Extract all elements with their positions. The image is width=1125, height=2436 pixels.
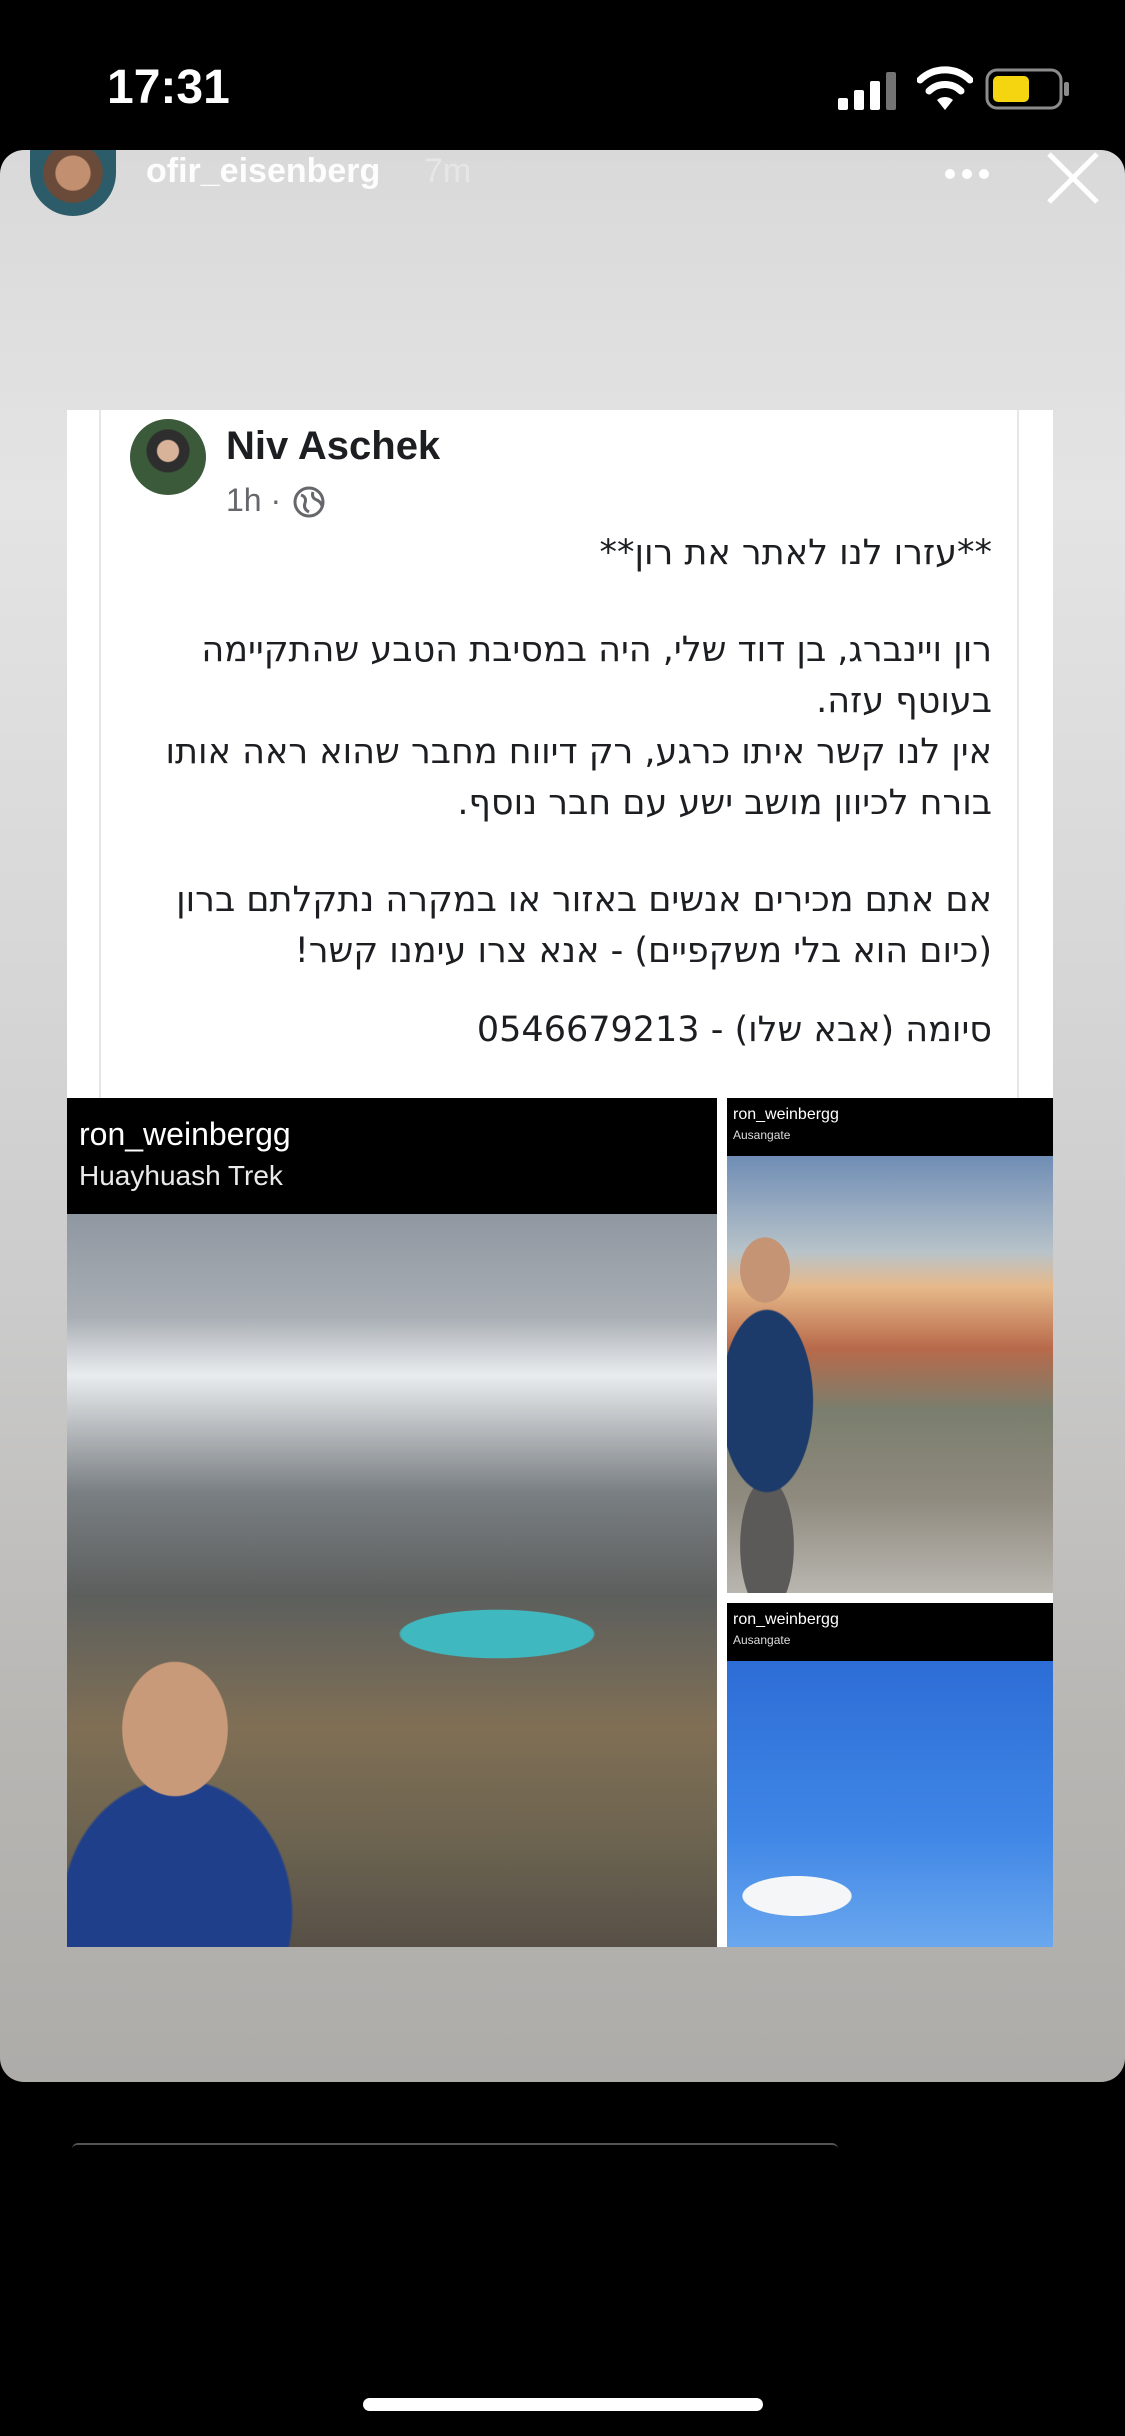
photo-caption: ron_weinbergg Huayhuash Trek xyxy=(67,1098,717,1214)
divider xyxy=(99,410,101,1098)
post-body: **עזרו לנו לאתר את רון** רון ויינברג, בן… xyxy=(162,528,993,1056)
rainbow-mountain-image xyxy=(727,1156,1053,1593)
status-bar: 17:31 xyxy=(0,0,1125,150)
post-author-name: Niv Aschek xyxy=(226,424,441,468)
post-paragraph: רון ויינברג, בן דוד שלי, היה במסיבת הטבע… xyxy=(201,630,992,721)
photo-ausangate-2: ron_weinbergg Ausangate xyxy=(727,1603,1053,1947)
wifi-icon xyxy=(917,66,973,110)
photo-location: Ausangate xyxy=(733,1633,791,1647)
battery-icon xyxy=(985,68,1069,110)
post-paragraph: אין לנו קשר איתו כרגע, רק דיווח מחבר שהו… xyxy=(165,732,993,823)
photo-username: ron_weinbergg xyxy=(733,1106,839,1123)
reply-bar-edge[interactable] xyxy=(72,2143,838,2149)
divider xyxy=(1017,410,1019,1098)
facebook-post-screenshot: Niv Aschek 1h · **עזרו לנו לאתר את רון**… xyxy=(67,410,1053,1947)
photo-location: Huayhuash Trek xyxy=(79,1160,283,1191)
photo-location: Ausangate xyxy=(733,1128,791,1142)
post-paragraph: אם אתם מכירים אנשים באזור או במקרה נתקלת… xyxy=(176,880,992,971)
status-time: 17:31 xyxy=(107,61,230,114)
sky-image xyxy=(727,1661,1053,1947)
signal-icon xyxy=(838,72,896,110)
home-indicator[interactable] xyxy=(363,2398,763,2411)
person-image xyxy=(67,1634,297,1947)
close-icon[interactable] xyxy=(1045,152,1101,204)
globe-icon xyxy=(293,486,325,518)
photo-username: ron_weinbergg xyxy=(733,1611,839,1628)
post-author-avatar xyxy=(130,419,206,495)
story-time: 7m xyxy=(424,152,472,190)
photo-caption: ron_weinbergg Ausangate xyxy=(727,1098,1053,1156)
post-contact-line: סיומה (אבא שלו) - 0546679213 xyxy=(476,1010,992,1050)
post-time: 1h · xyxy=(226,482,282,518)
mountain-lake-image xyxy=(67,1214,717,1947)
story-username[interactable]: ofir_eisenberg xyxy=(146,152,380,191)
photo-huayhuash: ron_weinbergg Huayhuash Trek xyxy=(67,1098,717,1947)
photo-username: ron_weinbergg xyxy=(79,1116,291,1152)
story-avatar[interactable] xyxy=(30,150,116,216)
story-card[interactable]: ofir_eisenberg 7m Niv Aschek 1h · **עזרו… xyxy=(0,150,1125,2082)
story-header: ofir_eisenberg 7m xyxy=(0,150,1125,250)
person-image xyxy=(727,1226,837,1593)
post-title-line: **עזרו לנו לאתר את רון** xyxy=(599,533,992,573)
photo-ausangate-1: ron_weinbergg Ausangate xyxy=(727,1098,1053,1593)
photo-caption: ron_weinbergg Ausangate xyxy=(727,1603,1053,1661)
more-icon[interactable] xyxy=(944,168,990,180)
